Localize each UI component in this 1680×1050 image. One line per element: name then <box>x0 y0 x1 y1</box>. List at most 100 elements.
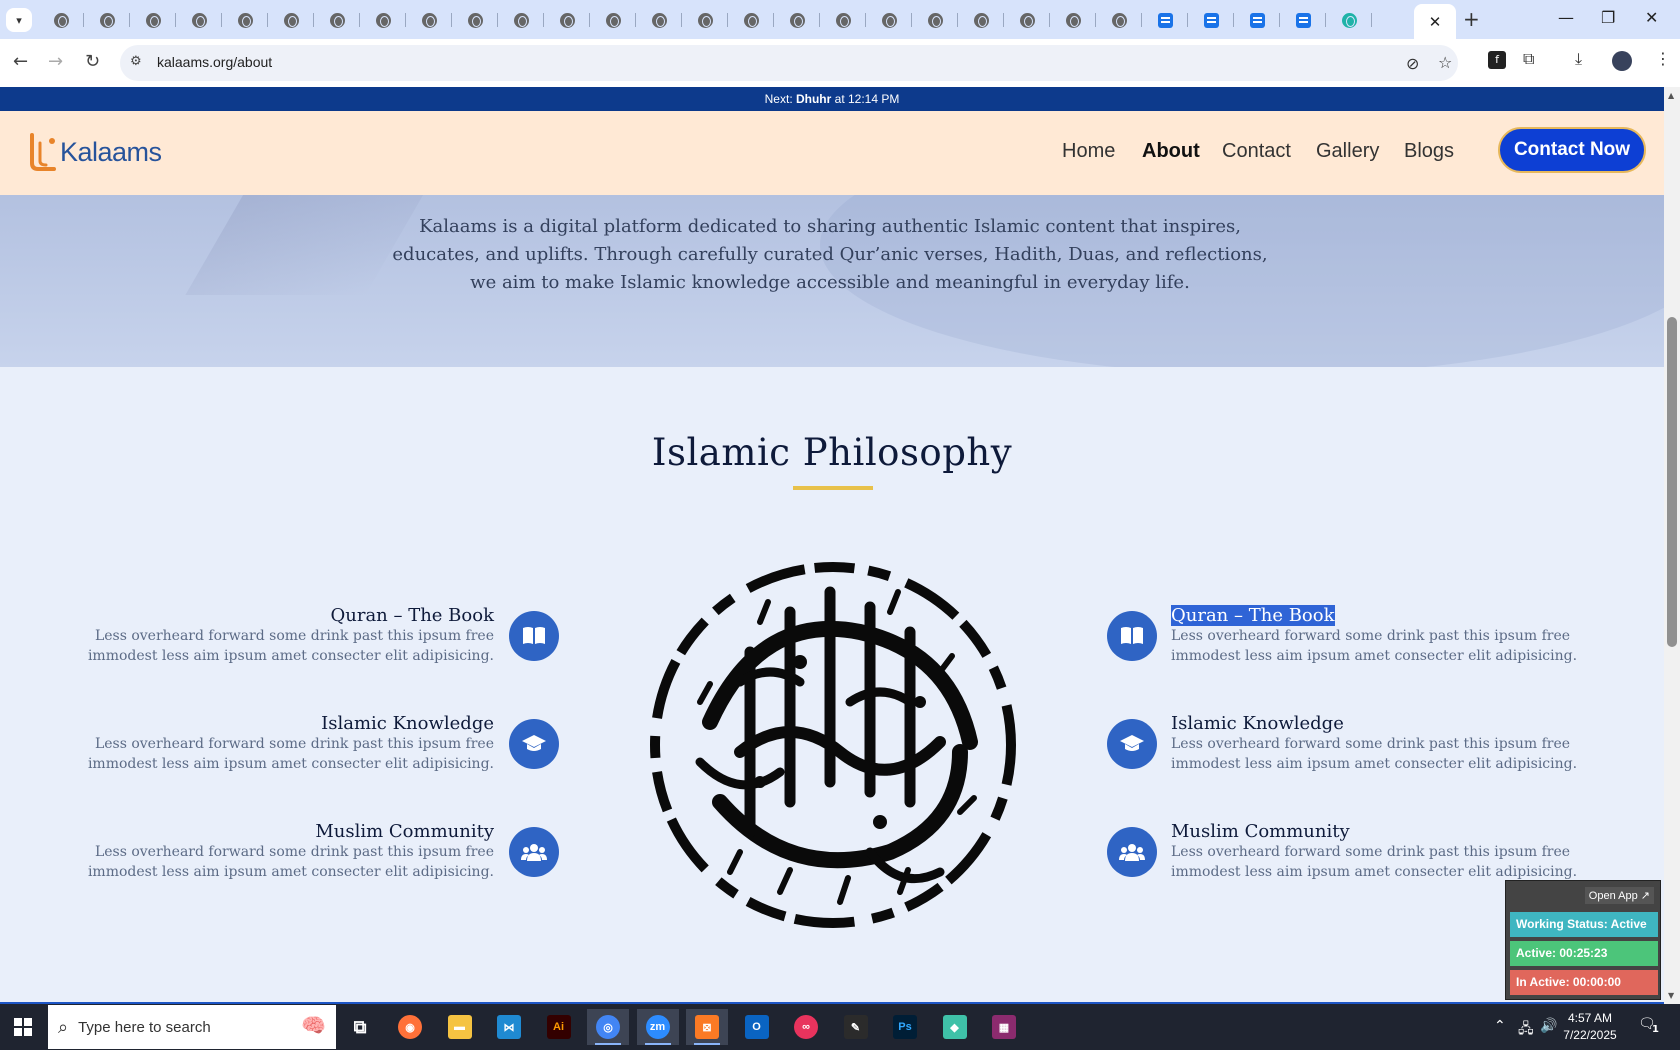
browser-toolbar: ← → ↻ ⚙ kalaams.org/about ⊘ ☆ f ⧉ ⤓ ⋮ <box>0 39 1680 87</box>
taskbar-file-explorer-icon[interactable]: ▬ <box>439 1009 481 1045</box>
taskbar-winrar-icon[interactable]: ▦ <box>983 1009 1025 1045</box>
browser-tab[interactable] <box>222 6 268 34</box>
logo-mark-icon[interactable] <box>24 129 60 173</box>
active-time: Active: 00:25:23 <box>1510 941 1658 966</box>
scrollbar-thumb[interactable] <box>1667 317 1677 647</box>
nav-blogs[interactable]: Blogs <box>1404 140 1454 163</box>
globe-favicon-icon <box>789 12 805 28</box>
download-icon[interactable]: ⤓ <box>1575 49 1582 69</box>
profile-avatar[interactable] <box>1612 51 1632 71</box>
feature-left: Islamic Knowledge Less overheard forward … <box>24 713 494 774</box>
selected-text-highlight: Quran – The Book <box>1171 605 1335 626</box>
browser-tab[interactable] <box>84 6 130 34</box>
font-extension-icon[interactable]: f <box>1488 51 1506 69</box>
browser-tab[interactable] <box>636 6 682 34</box>
taskbar-chrome-icon[interactable]: ◎ <box>587 1009 629 1045</box>
browser-tab[interactable] <box>130 6 176 34</box>
browser-tab[interactable] <box>406 6 452 34</box>
browser-tab[interactable] <box>866 6 912 34</box>
volume-icon[interactable]: 🔊 <box>1540 1018 1557 1034</box>
browser-tab[interactable] <box>176 6 222 34</box>
close-tab-icon[interactable]: ✕ <box>1429 13 1442 31</box>
browser-tab[interactable] <box>268 6 314 34</box>
hero-description: Kalaams is a digital platform dedicated … <box>392 216 1268 293</box>
nav-gallery[interactable]: Gallery <box>1316 140 1379 163</box>
browser-tab[interactable] <box>1050 6 1096 34</box>
windows-start-icon[interactable] <box>14 1018 32 1036</box>
taskbar-gem-app-icon[interactable]: ◆ <box>934 1009 976 1045</box>
browser-tab[interactable] <box>728 6 774 34</box>
forward-icon[interactable]: → <box>48 51 63 72</box>
feature-title: Muslim Community <box>1171 821 1350 842</box>
taskbar-zoom-icon[interactable]: zm <box>636 1009 679 1045</box>
taskbar-outlook-icon[interactable]: O <box>736 1009 778 1045</box>
taskbar-illustrator-icon[interactable]: Ai <box>538 1009 580 1045</box>
taskbar-search-box[interactable]: ⌕ Type here to search 🧠 <box>48 1005 336 1049</box>
browser-tab[interactable] <box>1142 6 1188 34</box>
tray-chevron-icon[interactable]: ⌃ <box>1494 1018 1506 1034</box>
logo-text[interactable]: Kalaams <box>60 137 162 168</box>
browser-tab[interactable] <box>682 6 728 34</box>
search-highlight-icon: 🧠 <box>301 1013 326 1037</box>
browser-tab[interactable] <box>452 6 498 34</box>
active-tab[interactable]: ✕ <box>1414 4 1456 39</box>
contact-now-button[interactable]: Contact Now <box>1498 127 1646 173</box>
browser-tab[interactable] <box>1280 6 1326 34</box>
browser-tab[interactable] <box>1096 6 1142 34</box>
browser-tab[interactable] <box>38 6 84 34</box>
taskbar-clock[interactable]: 4:57 AM 7/22/2025 <box>1560 1010 1620 1044</box>
browser-tab[interactable] <box>1188 6 1234 34</box>
restore-button[interactable]: ❐ <box>1601 8 1615 27</box>
site-info-icon[interactable]: ⚙ <box>130 54 148 72</box>
browser-tab[interactable] <box>544 6 590 34</box>
nav-contact[interactable]: Contact <box>1222 140 1291 163</box>
browser-tab[interactable] <box>360 6 406 34</box>
scroll-up-arrow-icon[interactable]: ▲ <box>1668 91 1674 100</box>
close-window-button[interactable]: ✕ <box>1645 8 1658 27</box>
task-view-icon[interactable]: ⧉ <box>339 1009 381 1045</box>
taskbar-vs-code-icon[interactable]: ⋈ <box>488 1009 530 1045</box>
extensions-puzzle-icon[interactable]: ⧉ <box>1523 49 1534 69</box>
open-app-button[interactable]: Open App ↗ <box>1584 887 1654 904</box>
browser-tab[interactable] <box>590 6 636 34</box>
browser-tab[interactable] <box>1326 6 1372 34</box>
taskbar-creative-cloud-icon[interactable]: ∞ <box>785 1009 827 1045</box>
taskbar-pen-tool-icon[interactable]: ✎ <box>835 1009 877 1045</box>
browser-tab[interactable] <box>774 6 820 34</box>
browser-tab[interactable] <box>314 6 360 34</box>
globe-favicon-icon <box>1065 12 1081 28</box>
browser-tab[interactable] <box>958 6 1004 34</box>
new-tab-button[interactable]: + <box>1463 7 1480 31</box>
nav-about[interactable]: About <box>1142 140 1200 163</box>
feature-title: Islamic Knowledge <box>1171 713 1344 734</box>
scroll-down-arrow-icon[interactable]: ▼ <box>1668 991 1674 1000</box>
browser-tab[interactable] <box>498 6 544 34</box>
minimize-button[interactable]: — <box>1558 8 1574 27</box>
notification-icon[interactable]: 🗨 1 <box>1638 1016 1659 1036</box>
nav-home[interactable]: Home <box>1062 140 1115 163</box>
working-status: Working Status: Active <box>1510 912 1658 937</box>
docs-favicon-icon <box>1203 12 1219 28</box>
page-scrollbar[interactable]: ▲ ▼ <box>1664 87 1680 1004</box>
menu-kebab-icon[interactable]: ⋮ <box>1655 49 1671 68</box>
tab-search-dropdown[interactable]: ▾ <box>6 8 32 32</box>
reload-icon[interactable]: ↻ <box>85 51 100 72</box>
browser-tab[interactable] <box>1004 6 1050 34</box>
browser-tab[interactable] <box>820 6 866 34</box>
taskbar-firefox-icon[interactable]: ◉ <box>389 1009 431 1045</box>
prayer-time-bar: Next: Dhuhr at 12:14 PM <box>0 87 1664 111</box>
url-text[interactable]: kalaams.org/about <box>157 54 272 70</box>
network-icon[interactable]: 🖧 <box>1518 1018 1534 1042</box>
back-icon[interactable]: ← <box>13 51 28 72</box>
browser-tab[interactable] <box>1234 6 1280 34</box>
taskbar-xampp-icon[interactable]: ⊠ <box>686 1009 728 1045</box>
bookmark-star-icon[interactable]: ☆ <box>1438 53 1452 72</box>
feature-text: Less overheard forward some drink past t… <box>1171 736 1578 772</box>
feature-right: Muslim Community Less overheard forward s… <box>1171 821 1641 882</box>
browser-tab[interactable] <box>912 6 958 34</box>
tracking-protection-icon[interactable]: ⊘ <box>1406 54 1419 73</box>
taskbar-photoshop-icon[interactable]: Ps <box>884 1009 926 1045</box>
app-glyph: ⋈ <box>497 1015 521 1039</box>
address-bar[interactable]: ⚙ kalaams.org/about ⊘ ☆ <box>120 45 1458 81</box>
globe-favicon-icon <box>329 12 345 28</box>
